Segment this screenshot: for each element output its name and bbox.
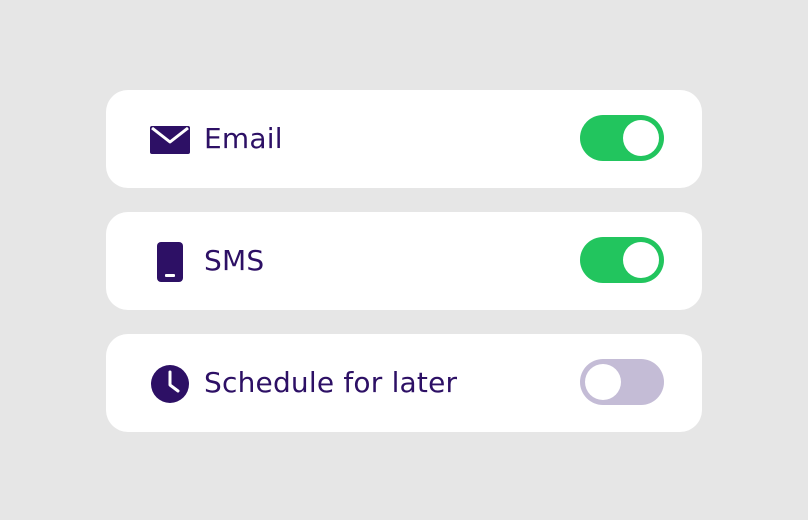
toggle-knob [623, 120, 659, 156]
sms-setting-row: SMS [106, 212, 702, 310]
schedule-setting-row: Schedule for later [106, 334, 702, 432]
clock-icon [150, 364, 190, 404]
sms-label: SMS [204, 244, 265, 277]
toggle-knob [585, 364, 621, 400]
email-label: Email [204, 122, 283, 155]
email-toggle[interactable] [580, 115, 664, 161]
toggle-knob [623, 242, 659, 278]
smartphone-icon [150, 242, 190, 282]
email-setting-row: Email [106, 90, 702, 188]
envelope-icon [150, 120, 190, 160]
schedule-toggle[interactable] [580, 359, 664, 405]
sms-toggle[interactable] [580, 237, 664, 283]
schedule-label: Schedule for later [204, 366, 458, 399]
